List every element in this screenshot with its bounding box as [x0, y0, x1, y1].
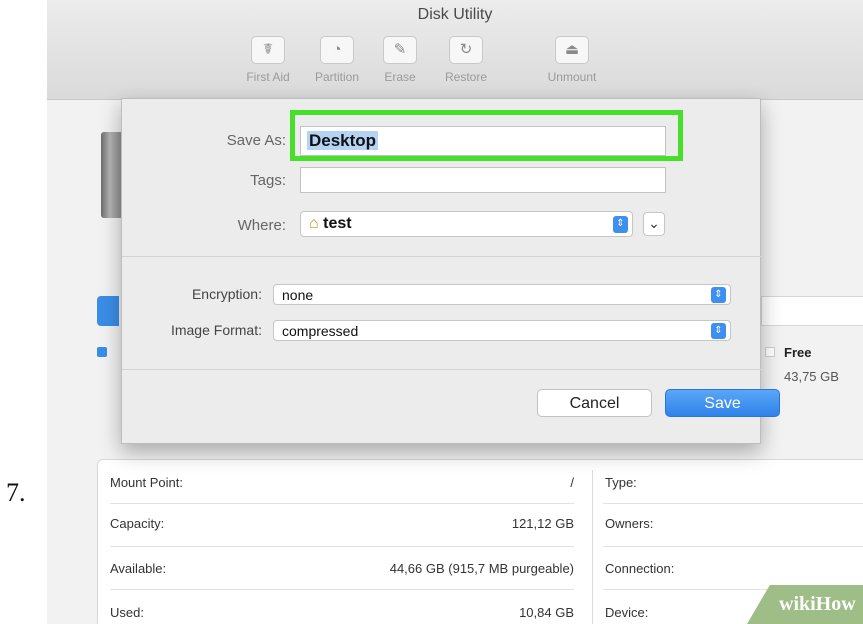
first-aid-label: First Aid [246, 70, 290, 84]
mount-point-value: / [570, 475, 574, 490]
cancel-button[interactable]: Cancel [537, 389, 652, 417]
volume-info-panel: Mount Point: / Capacity: 121,12 GB Avail… [97, 459, 863, 624]
usage-bar [761, 296, 863, 326]
available-key: Available: [110, 561, 167, 576]
info-row-divider [603, 503, 863, 504]
where-popup[interactable]: ⌂ test ⇕ [300, 211, 633, 237]
info-row-divider [603, 546, 863, 547]
info-row-available: Available: 44,66 GB (915,7 MB purgeable) [110, 561, 574, 585]
encryption-value: none [282, 287, 314, 303]
partition-icon: ◔ [320, 36, 354, 64]
info-row-divider [110, 589, 574, 590]
mount-point-key: Mount Point: [110, 475, 183, 490]
free-label: Free [784, 345, 812, 360]
encryption-stepper-icon: ⇕ [711, 287, 726, 303]
step-number: 7. [6, 478, 26, 507]
restore-icon: ↻ [449, 36, 483, 64]
save-as-label: Save As: [226, 132, 286, 149]
type-key: Type: [605, 475, 637, 490]
free-value: 43,75 GB [784, 369, 839, 384]
image-format-label: Image Format: [170, 322, 262, 338]
free-legend-swatch [765, 347, 775, 357]
info-row-used: Used: 10,84 GB [110, 605, 574, 624]
connection-key: Connection: [605, 561, 675, 576]
wikihow-logo-text: wikiHow [779, 593, 856, 615]
unmount-label: Unmount [547, 70, 597, 84]
owners-key: Owners: [605, 516, 654, 531]
erase-button[interactable]: ✎ Erase [363, 36, 437, 84]
erase-icon: ✎ [383, 36, 417, 64]
chevron-down-icon: ⌄ [648, 215, 660, 231]
capacity-value: 121,12 GB [511, 516, 574, 531]
available-value: 44,66 GB (915,7 MB purgeable) [389, 561, 574, 576]
capacity-key: Capacity: [110, 516, 165, 531]
erase-label: Erase [384, 70, 416, 84]
where-value: test [323, 215, 352, 232]
where-expand-button[interactable]: ⌄ [643, 212, 665, 236]
used-value: 10,84 GB [519, 605, 574, 620]
encryption-popup[interactable]: none ⇕ [273, 284, 731, 305]
first-aid-button[interactable]: ☤ First Aid [231, 36, 305, 84]
unmount-icon: ⏏ [555, 36, 589, 64]
tags-label: Tags: [250, 172, 286, 189]
info-row-divider [110, 503, 574, 504]
sheet-separator [122, 369, 762, 370]
encryption-label: Encryption: [191, 286, 262, 302]
home-folder-icon: ⌂ [309, 215, 319, 232]
where-selected: ⌂ test [309, 214, 352, 233]
disk-drive-icon [101, 132, 123, 218]
tags-field[interactable] [300, 167, 666, 193]
where-label: Where: [237, 217, 286, 234]
image-format-popup[interactable]: compressed ⇕ [273, 320, 731, 341]
window-title: Disk Utility [417, 6, 493, 23]
device-key: Device: [605, 605, 649, 620]
restore-label: Restore [444, 70, 488, 84]
unmount-button[interactable]: ⏏ Unmount [535, 36, 609, 84]
restore-button[interactable]: ↻ Restore [429, 36, 503, 84]
sheet-separator [122, 256, 762, 257]
info-row-mount-point: Mount Point: / [110, 475, 574, 499]
info-row-capacity: Capacity: 121,12 GB [110, 516, 574, 540]
usage-bar-used-segment [97, 296, 119, 326]
info-row-divider [110, 546, 574, 547]
save-button[interactable]: Save [665, 389, 780, 417]
first-aid-icon: ☤ [251, 36, 285, 64]
used-key: Used: [110, 605, 144, 620]
window-titlebar: Disk Utility ☤ First Aid ◔ Partition ✎ E… [47, 0, 863, 100]
where-stepper-icon: ⇕ [613, 216, 628, 233]
disk-utility-window: Disk Utility ☤ First Aid ◔ Partition ✎ E… [47, 0, 863, 624]
image-format-value: compressed [282, 323, 359, 339]
info-column-divider [592, 470, 593, 624]
image-format-stepper-icon: ⇕ [711, 323, 726, 339]
used-legend-swatch [97, 347, 107, 357]
save-as-highlight-box [290, 110, 683, 161]
